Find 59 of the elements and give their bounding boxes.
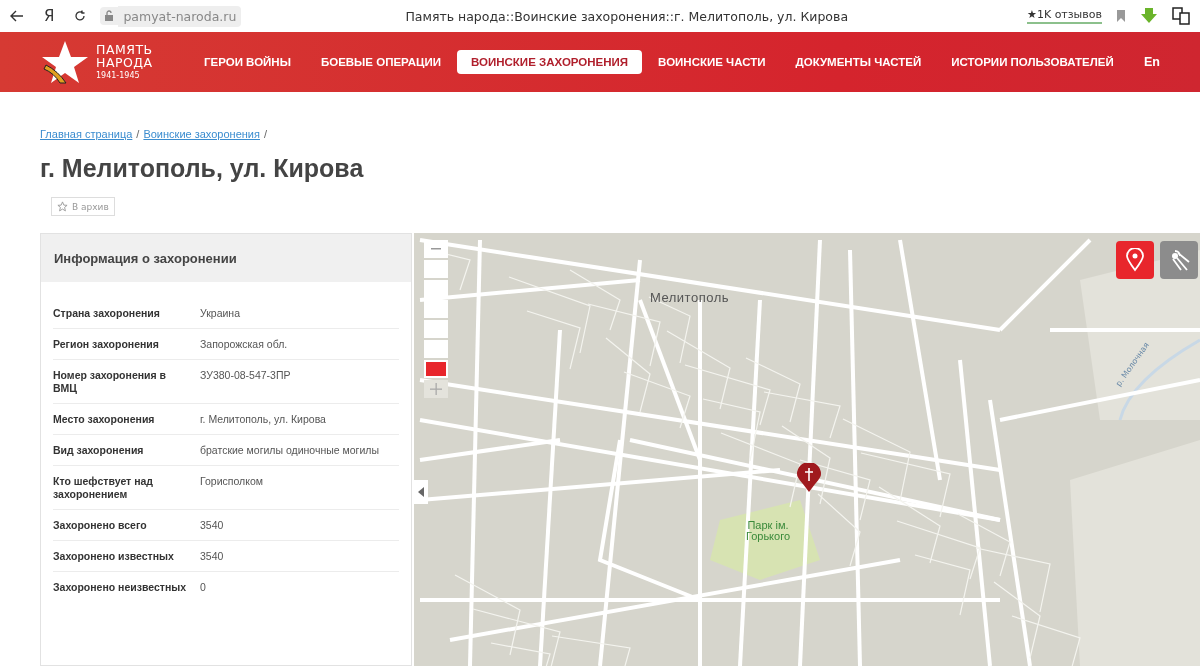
field-label: Номер захоронения в ВМЦ [53,369,167,395]
nav-tab[interactable]: ВОИНСКИЕ ЗАХОРОНЕНИЯ [457,50,643,74]
breadcrumb-link[interactable]: Главная страница [40,128,133,140]
language-link[interactable]: En [1144,55,1160,69]
field-label: Вид захоронения [53,444,145,457]
page-tab-title: Память народа::Воинские захоронения::г. Мелитополь, ул. Кирова [405,8,850,24]
zoom-out-button[interactable] [424,240,448,258]
zoom-level-step[interactable] [424,360,448,378]
logo-text: НАРОДА [96,56,153,69]
satellite-button[interactable] [1160,241,1198,279]
back-icon[interactable] [10,10,24,22]
field-label: Захоронено неизвестных [53,581,188,594]
field-value: ЗУ380-08-547-3ПР [200,369,292,383]
bookmark-icon[interactable] [1116,10,1126,22]
star-icon [57,201,68,212]
field-label: Регион захоронения [53,338,160,351]
logo-text: ПАМЯТЬ [96,44,153,57]
download-icon[interactable] [1140,8,1158,24]
lock-icon[interactable] [100,7,119,25]
field-label: Страна захоронения [53,307,161,320]
breadcrumb-separator: / [264,128,268,140]
minus-icon [431,248,441,250]
field-label: Место захоронения [53,413,156,426]
city-label: Мелитополь [650,290,729,305]
translate-icon[interactable] [1172,7,1190,25]
reload-icon[interactable] [74,10,87,22]
field-value: Запорожская обл. [200,338,289,351]
nav-tab[interactable]: ГЕРОИ ВОЙНЫ [190,50,305,74]
field-value: братские могилы одиночные могилы [200,444,380,457]
breadcrumb-separator: / [136,128,140,140]
breadcrumb-link[interactable]: Воинские захоронения [143,128,260,140]
caret-icon [418,487,424,497]
park-label: Парк ім. Горького [744,520,792,542]
plus-icon [430,383,442,395]
star-logo-icon [40,39,90,85]
nav-tab[interactable]: ДОКУМЕНТЫ ЧАСТЕЙ [781,50,936,74]
field-label: Кто шефствует над захоронением [53,475,154,501]
address-field[interactable]: pamyat-naroda.ru [118,5,242,27]
logo-years: 1941-1945 [96,72,141,80]
collapse-panel-button[interactable] [414,480,428,504]
nav-tab[interactable]: БОЕВЫЕ ОПЕРАЦИИ [306,50,455,74]
browser-logo[interactable]: Я [44,7,55,25]
page-title: г. Мелитополь, ул. Кирова [40,154,365,183]
field-value: Горисполком [200,475,264,489]
field-value: 3540 [200,519,225,532]
field-value: г. Мелитополь, ул. Кирова [200,413,327,426]
field-value: Украина [200,307,241,320]
reviews-link[interactable]: ★1K отзывов [1027,8,1102,24]
field-value: 3540 [200,550,225,563]
field-label: Захоронено всего [53,519,148,532]
field-label: Захоронено известных [53,550,175,563]
burial-marker-icon[interactable] [796,463,822,493]
panel-title: Информация о захоронении [41,234,411,282]
pin-icon [1125,248,1145,272]
nav-tab[interactable]: ИСТОРИИ ПОЛЬЗОВАТЕЛЕЙ [937,50,1128,74]
map-pin-button[interactable] [1116,241,1154,279]
field-value: 0 [200,581,207,594]
archive-button[interactable]: В архив [51,197,115,216]
nav-tab[interactable]: ВОИНСКИЕ ЧАСТИ [644,50,780,74]
